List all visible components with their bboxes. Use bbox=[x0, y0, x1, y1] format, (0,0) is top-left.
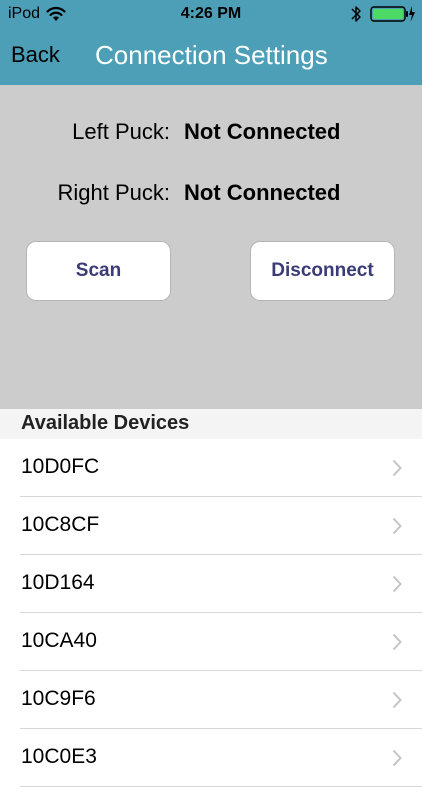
connection-status-panel: Left Puck: Not Connected Right Puck: Not… bbox=[0, 85, 422, 409]
header: iPod 4:26 PM Back Connection Settings bbox=[0, 0, 422, 85]
device-row[interactable]: 10CA40 bbox=[0, 613, 422, 671]
status-bar: iPod 4:26 PM bbox=[0, 0, 422, 30]
device-name: 10C9F6 bbox=[21, 687, 96, 710]
right-puck-status: Not Connected bbox=[184, 180, 341, 205]
right-puck-label: Right Puck: bbox=[57, 180, 171, 205]
back-button[interactable]: Back bbox=[11, 42, 60, 68]
device-list: 10D0FC 10C8CF 10D164 10CA40 10C9F6 10C0E… bbox=[0, 439, 422, 787]
chevron-right-icon bbox=[392, 633, 402, 651]
scan-button[interactable]: Scan bbox=[26, 241, 171, 301]
disconnect-button[interactable]: Disconnect bbox=[250, 241, 395, 301]
device-row[interactable]: 10C0E3 bbox=[0, 729, 422, 787]
chevron-right-icon bbox=[392, 575, 402, 593]
device-row[interactable]: 10D164 bbox=[0, 555, 422, 613]
device-row[interactable]: 10D0FC bbox=[0, 439, 422, 497]
battery-charging-icon bbox=[370, 6, 415, 22]
device-name: 10D164 bbox=[21, 571, 95, 594]
left-puck-status: Not Connected bbox=[184, 119, 341, 144]
device-row[interactable]: 10C9F6 bbox=[0, 671, 422, 729]
device-name: 10C8CF bbox=[21, 513, 100, 536]
device-row[interactable]: 10C8CF bbox=[0, 497, 422, 555]
device-name: 10CA40 bbox=[21, 629, 97, 652]
left-puck-label: Left Puck: bbox=[72, 119, 170, 144]
device-name: 10D0FC bbox=[21, 455, 100, 478]
section-header-label: Available Devices bbox=[21, 412, 190, 434]
chevron-right-icon bbox=[392, 691, 402, 709]
chevron-right-icon bbox=[392, 459, 402, 477]
page-title: Connection Settings bbox=[95, 40, 328, 70]
bluetooth-icon bbox=[351, 6, 361, 22]
chevron-right-icon bbox=[392, 749, 402, 767]
device-name: 10C0E3 bbox=[21, 745, 97, 768]
chevron-right-icon bbox=[392, 517, 402, 535]
available-devices-header: Available Devices bbox=[0, 409, 422, 439]
